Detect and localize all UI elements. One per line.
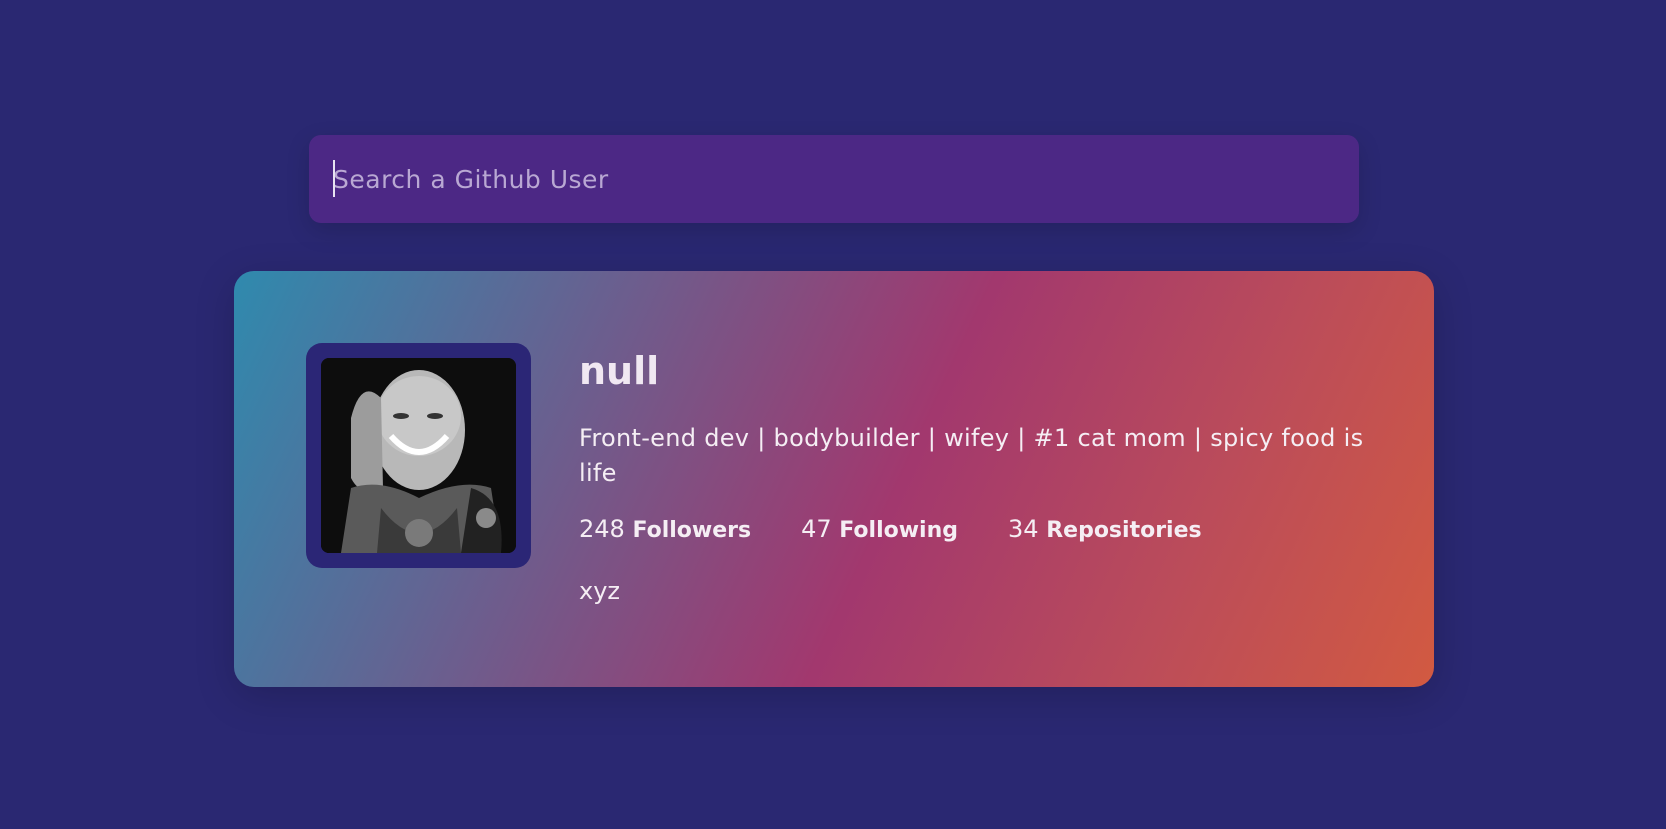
avatar-frame bbox=[306, 343, 531, 568]
avatar bbox=[321, 358, 516, 553]
repos-label: Repositories bbox=[1046, 518, 1202, 543]
user-name: null bbox=[579, 349, 660, 393]
following-stat: 47 Following bbox=[801, 515, 958, 543]
followers-label: Followers bbox=[632, 518, 752, 543]
avatar-photo bbox=[321, 358, 516, 553]
user-info: null Front-end dev | bodybuilder | wifey… bbox=[579, 349, 1379, 605]
followers-count: 248 bbox=[579, 515, 625, 543]
search-form bbox=[309, 135, 1359, 223]
search-input[interactable] bbox=[309, 135, 1359, 223]
user-card: null Front-end dev | bodybuilder | wifey… bbox=[234, 271, 1434, 687]
repos-stat: 34 Repositories bbox=[1008, 515, 1202, 543]
following-label: Following bbox=[839, 518, 959, 543]
text-caret bbox=[333, 160, 335, 197]
user-stats: 248 Followers 47 Following 34 Repositori… bbox=[579, 515, 1379, 543]
user-extra: xyz bbox=[579, 577, 621, 605]
followers-stat: 248 Followers bbox=[579, 515, 751, 543]
repos-count: 34 bbox=[1008, 515, 1039, 543]
user-bio: Front-end dev | bodybuilder | wifey | #1… bbox=[579, 424, 1364, 487]
following-count: 47 bbox=[801, 515, 832, 543]
